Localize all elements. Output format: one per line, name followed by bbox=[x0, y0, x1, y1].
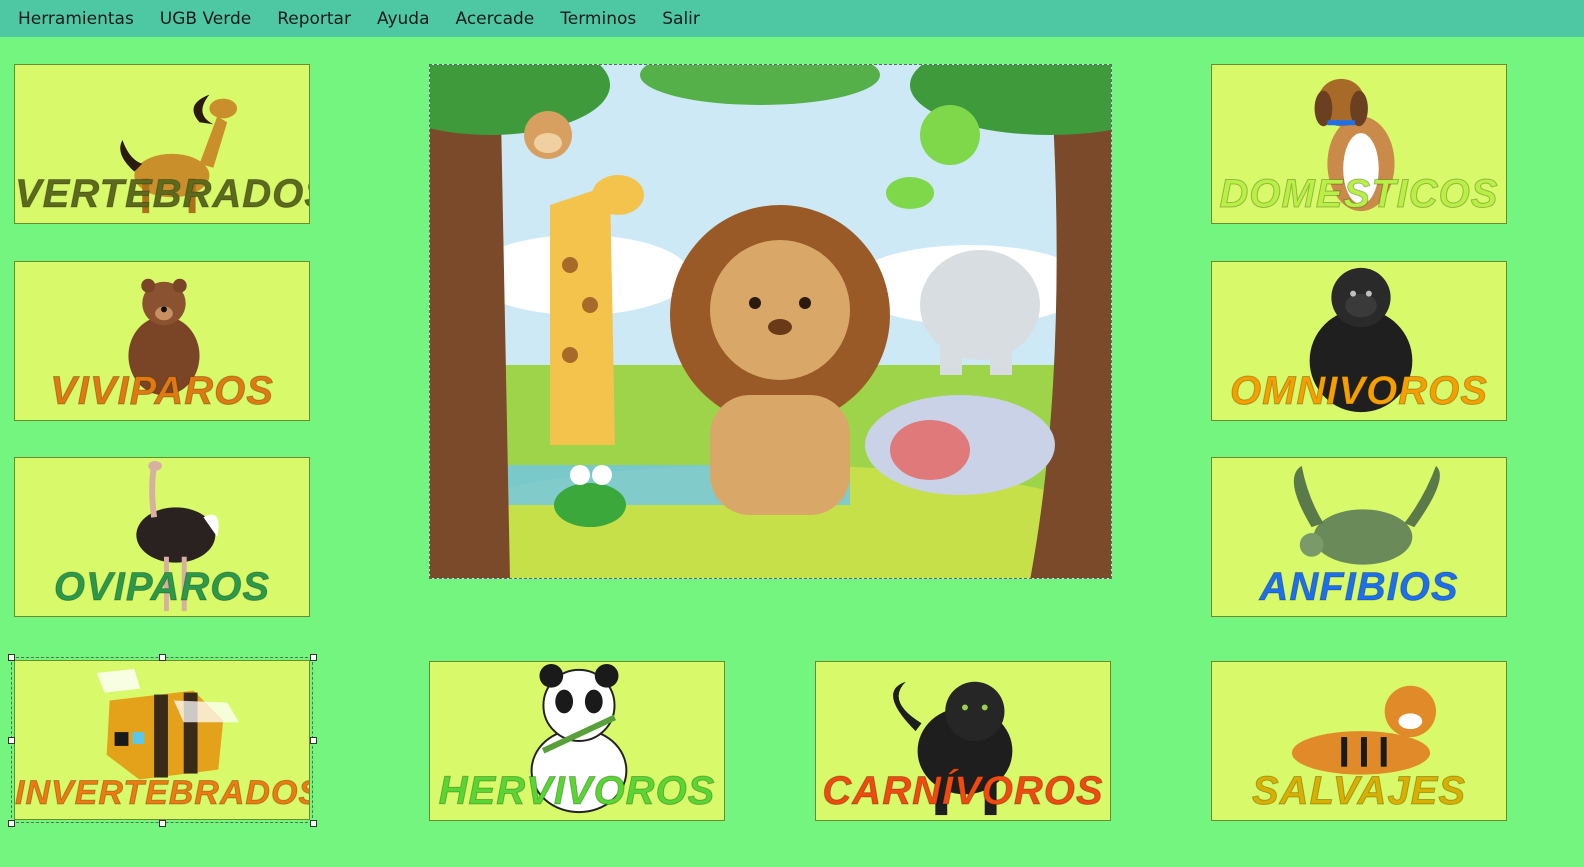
viviparos-label: VIVIPAROS bbox=[50, 369, 274, 414]
invertebrados-label: INVERTEBRADOS bbox=[15, 774, 310, 813]
salvajes-label: SALVAJES bbox=[1252, 769, 1466, 814]
resize-handle[interactable] bbox=[310, 737, 317, 744]
jungle-animals-illustration bbox=[430, 65, 1111, 578]
invertebrados-button[interactable]: INVERTEBRADOS bbox=[14, 660, 310, 820]
vertebrados-label: VERTEBRADOS bbox=[15, 172, 310, 217]
resize-handle[interactable] bbox=[310, 654, 317, 661]
resize-handle[interactable] bbox=[8, 820, 15, 827]
menu-terminos[interactable]: Terminos bbox=[560, 9, 636, 29]
menu-acercade[interactable]: Acercade bbox=[456, 9, 535, 29]
oviparos-button[interactable]: OVIPAROS bbox=[14, 457, 310, 617]
viviparos-button[interactable]: VIVIPAROS bbox=[14, 261, 310, 421]
salvajes-button[interactable]: SALVAJES bbox=[1211, 661, 1507, 821]
oviparos-label: OVIPAROS bbox=[53, 565, 271, 610]
hervivoros-button[interactable]: HERVIVOROS bbox=[429, 661, 725, 821]
resize-handle[interactable] bbox=[8, 654, 15, 661]
carnivoros-label: CARNÍVOROS bbox=[822, 769, 1104, 814]
resize-handle[interactable] bbox=[310, 820, 317, 827]
menu-salir[interactable]: Salir bbox=[662, 9, 700, 29]
domesticos-button[interactable]: DOMESTICOS bbox=[1211, 64, 1507, 224]
anfibios-label: ANFIBIOS bbox=[1259, 565, 1459, 610]
vertebrados-button[interactable]: VERTEBRADOS bbox=[14, 64, 310, 224]
hervivoros-label: HERVIVOROS bbox=[438, 769, 716, 814]
jungle-scene-image bbox=[429, 64, 1112, 579]
menu-bar: Herramientas UGB Verde Reportar Ayuda Ac… bbox=[0, 0, 1584, 37]
resize-handle[interactable] bbox=[159, 820, 166, 827]
omnivoros-button[interactable]: OMNIVOROS bbox=[1211, 261, 1507, 421]
carnivoros-button[interactable]: CARNÍVOROS bbox=[815, 661, 1111, 821]
resize-handle[interactable] bbox=[8, 737, 15, 744]
menu-reportar[interactable]: Reportar bbox=[277, 9, 351, 29]
menu-ayuda[interactable]: Ayuda bbox=[377, 9, 430, 29]
domesticos-label: DOMESTICOS bbox=[1219, 172, 1499, 217]
anfibios-button[interactable]: ANFIBIOS bbox=[1211, 457, 1507, 617]
menu-herramientas[interactable]: Herramientas bbox=[18, 9, 134, 29]
resize-handle[interactable] bbox=[159, 654, 166, 661]
omnivoros-label: OMNIVOROS bbox=[1230, 369, 1488, 414]
menu-ugb-verde[interactable]: UGB Verde bbox=[160, 9, 251, 29]
